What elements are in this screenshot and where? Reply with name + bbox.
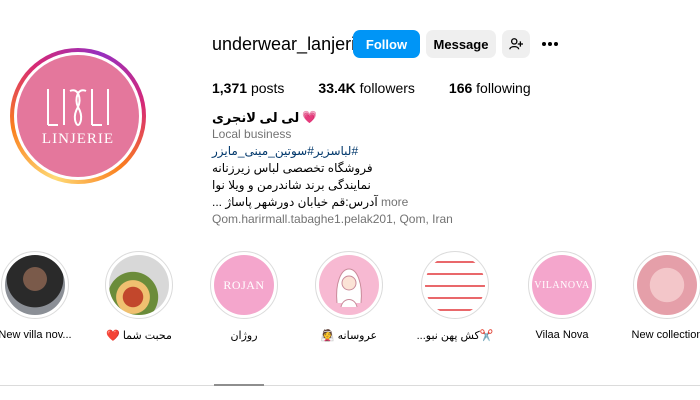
highlight-cover-image	[637, 255, 697, 315]
highlight-cover-ring	[1, 251, 69, 319]
highlight-label: ✂️کش پهن نبو...	[416, 330, 494, 342]
scroll-indicator	[214, 384, 264, 386]
avatar-image: LINJERIE	[17, 55, 139, 177]
highlight-item[interactable]: ROJAN روژان	[189, 251, 299, 342]
highlight-label: Vilaa Nova	[535, 329, 589, 341]
highlight-label: محبت شما ❤️	[106, 330, 172, 342]
posts-stat: 1,371 posts	[212, 80, 284, 96]
bio-line-3-row: آدرس:قم خیابان دورشهر پاساژ ... more	[212, 194, 472, 211]
person-plus-icon	[509, 38, 523, 50]
highlight-cover-text: ROJAN	[223, 277, 265, 292]
highlight-cover-image: VILANOVA	[532, 255, 592, 315]
profile-bio: لی لی لانجری 💗 Local business #لباسزیر#س…	[212, 109, 472, 228]
highlight-cover-image	[319, 255, 379, 315]
highlight-item[interactable]: محبت شما ❤️	[84, 251, 194, 342]
bio-line-1: فروشگاه تخصصی لباس زیرزنانه	[212, 161, 373, 175]
follow-button[interactable]: Follow	[353, 30, 420, 58]
followers-label: followers	[359, 80, 415, 96]
bio-more-link[interactable]: more	[381, 195, 408, 209]
highlight-label: روژان	[230, 330, 258, 342]
highlight-cover-image	[109, 255, 169, 315]
following-label: following	[476, 80, 531, 96]
highlight-item[interactable]: New collection	[612, 251, 700, 341]
posts-count: 1,371	[212, 80, 248, 96]
followers-stat[interactable]: 33.4K followers	[318, 80, 415, 96]
posts-label: posts	[250, 80, 285, 96]
following-stat[interactable]: 166 following	[449, 80, 531, 96]
highlight-cover-ring	[633, 251, 700, 319]
highlight-cover-image: ROJAN	[214, 255, 274, 315]
more-horizontal-icon	[542, 42, 558, 46]
message-button[interactable]: Message	[426, 30, 496, 58]
story-highlights: New villa nov... محبت شما ❤️ ROJAN روژان…	[0, 251, 700, 351]
highlight-item[interactable]: New villa nov...	[0, 251, 90, 341]
avatar-brand-text: LINJERIE	[41, 130, 115, 147]
heart-icon: 💗	[302, 110, 318, 124]
display-name-row: لی لی لانجری 💗	[212, 109, 472, 126]
profile-category: Local business	[212, 127, 292, 141]
highlight-cover-text: VILANOVA	[534, 279, 590, 291]
highlight-item[interactable]: ✂️کش پهن نبو...	[400, 251, 510, 342]
highlight-item[interactable]: عروسانه 👰	[294, 251, 404, 342]
tabs-divider	[0, 385, 700, 386]
highlight-cover-ring	[315, 251, 383, 319]
avatar-border: LINJERIE	[14, 52, 142, 180]
highlight-cover-image	[425, 255, 485, 315]
display-name: لی لی لانجری	[212, 110, 300, 125]
lingerie-logo-icon	[47, 88, 109, 126]
highlight-label: عروسانه 👰	[320, 330, 378, 342]
highlight-item[interactable]: VILANOVA Vilaa Nova	[507, 251, 617, 341]
highlight-cover-ring	[421, 251, 489, 319]
profile-username: underwear_lanjeri	[212, 34, 356, 54]
profile-stats: 1,371 posts 33.4K followers 166 followin…	[212, 80, 565, 96]
more-options-button[interactable]	[538, 30, 562, 58]
bio-line-2: نمایندگی برند شاندرمن و ویلا نوا	[212, 178, 371, 192]
profile-avatar[interactable]: LINJERIE	[10, 48, 146, 184]
suggest-accounts-button[interactable]	[502, 30, 530, 58]
highlight-label: New villa nov...	[0, 329, 72, 341]
highlight-cover-ring: VILANOVA	[528, 251, 596, 319]
bride-illustration-icon	[336, 268, 362, 307]
bio-line-3: آدرس:قم خیابان دورشهر پاساژ ...	[212, 195, 378, 209]
highlight-label: New collection	[631, 329, 700, 341]
highlight-cover-ring: ROJAN	[210, 251, 278, 319]
highlight-cover-image	[5, 255, 65, 315]
bio-hashtags[interactable]: #لباسزیر#سوتین_مینی_مایزر	[212, 143, 472, 160]
highlight-cover-ring	[105, 251, 173, 319]
following-count: 166	[448, 80, 473, 96]
bio-address[interactable]: Qom.harirmall.tabaghe1.pelak201, Qom, Ir…	[212, 211, 472, 228]
followers-count: 33.4K	[318, 80, 356, 96]
